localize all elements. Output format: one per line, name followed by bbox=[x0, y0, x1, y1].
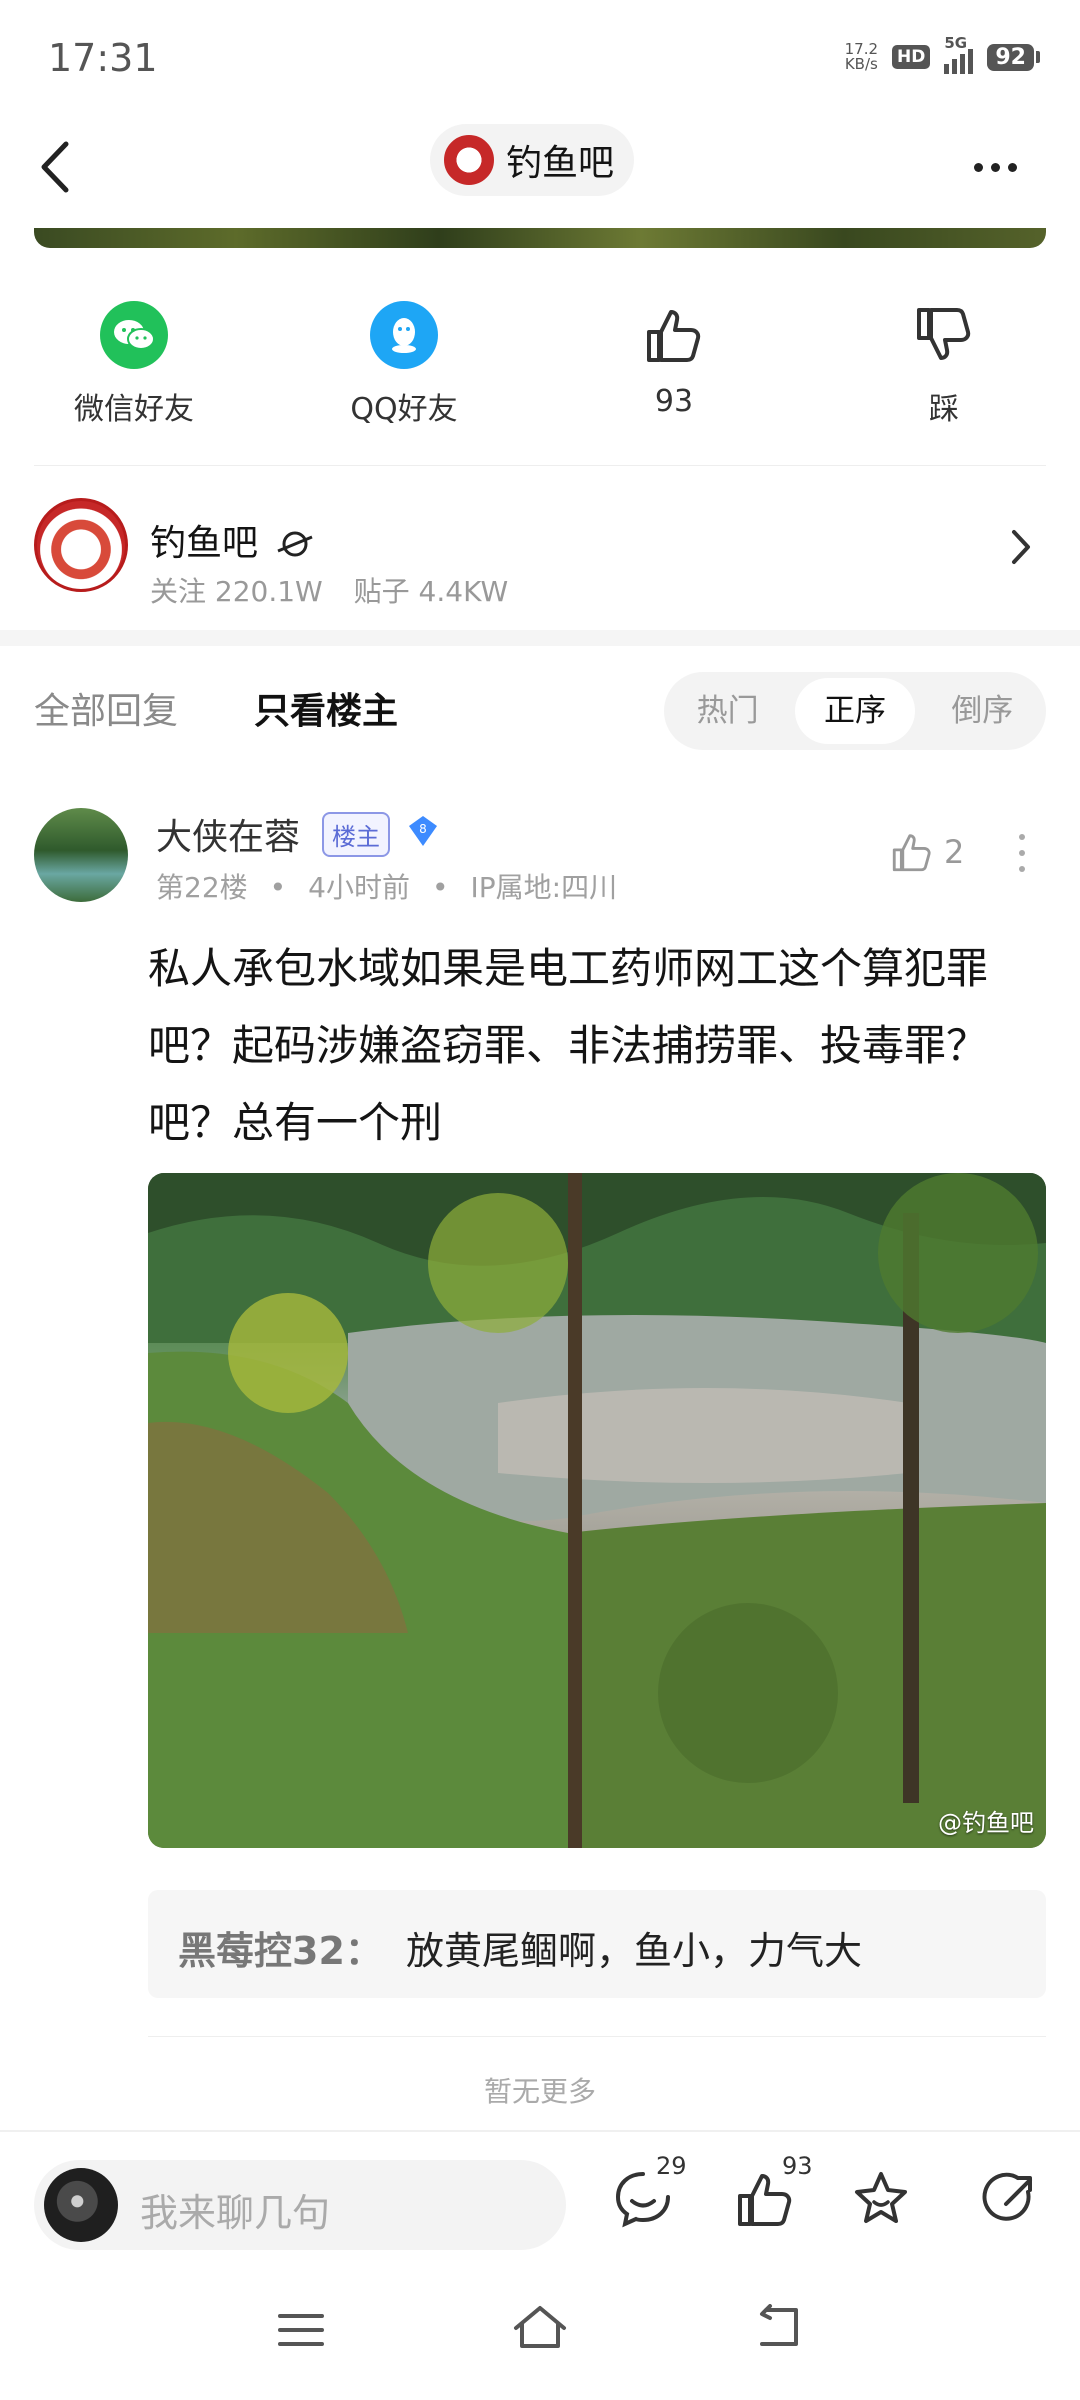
share-icon bbox=[982, 2172, 1032, 2221]
hd-icon: HD bbox=[892, 45, 931, 69]
bottom-like-count: 93 bbox=[782, 2152, 813, 2180]
forum-avatar bbox=[34, 498, 128, 592]
wechat-icon bbox=[100, 301, 168, 369]
avatar[interactable] bbox=[34, 808, 128, 902]
sub-reply-author[interactable]: 黑莓控32： bbox=[178, 1920, 383, 1975]
favorite-button[interactable] bbox=[850, 2168, 912, 2234]
sort-segmented-control: 热门 正序 倒序 bbox=[664, 672, 1046, 750]
dislike-post-button[interactable]: 踩 bbox=[844, 300, 1044, 428]
no-more-text: 暂无更多 bbox=[483, 2075, 596, 2108]
top-nav: 钓鱼吧 bbox=[0, 110, 1080, 228]
qq-icon bbox=[370, 301, 438, 369]
forum-logo-icon bbox=[444, 135, 494, 185]
share-wechat-button[interactable]: 微信好友 bbox=[34, 300, 234, 428]
battery-icon: 92 bbox=[987, 43, 1040, 71]
my-avatar bbox=[44, 2168, 118, 2242]
level-badge-icon: 8 bbox=[409, 816, 437, 846]
forum-name-text: 钓鱼吧 bbox=[150, 523, 259, 564]
back-arrow-icon bbox=[41, 141, 69, 193]
chevron-right-icon bbox=[1012, 530, 1030, 564]
reply-like-count: 2 bbox=[944, 833, 965, 871]
planet-icon bbox=[277, 531, 314, 557]
status-time: 17:31 bbox=[48, 36, 158, 80]
forum-title-pill[interactable]: 钓鱼吧 bbox=[430, 124, 635, 196]
comment-count: 29 bbox=[656, 2152, 687, 2180]
thumbs-up-icon bbox=[892, 834, 931, 872]
tab-author-only[interactable]: 只看楼主 bbox=[254, 682, 398, 734]
like-button[interactable]: 93 bbox=[734, 2152, 813, 2234]
sort-descending[interactable]: 倒序 bbox=[923, 678, 1042, 744]
share-wechat-label: 微信好友 bbox=[74, 392, 194, 427]
share-button[interactable] bbox=[980, 2168, 1042, 2234]
ip-location: IP属地:四川 bbox=[470, 871, 618, 904]
network-speed: 17.2 KB/s bbox=[845, 42, 878, 72]
forum-card[interactable]: 钓鱼吧 关注 220.1W 贴子 4.4KW bbox=[0, 480, 1080, 630]
lake-scene-image bbox=[148, 1173, 1046, 1848]
like-post-button[interactable]: 93 bbox=[574, 300, 774, 419]
reply-more-button[interactable] bbox=[1016, 834, 1028, 872]
like-count: 93 bbox=[654, 384, 694, 419]
section-gap bbox=[0, 630, 1080, 646]
forum-stats: 关注 220.1W 贴子 4.4KW bbox=[150, 570, 530, 610]
thumbs-down-icon bbox=[917, 308, 971, 360]
floor-number: 第22楼 bbox=[156, 871, 248, 904]
thumbs-up-icon bbox=[647, 310, 701, 362]
menu-icon[interactable] bbox=[276, 2310, 326, 2350]
home-icon[interactable] bbox=[510, 2302, 570, 2352]
dislike-label: 踩 bbox=[929, 392, 959, 427]
image-watermark: @钓鱼吧 bbox=[938, 1809, 1034, 1837]
comments-button[interactable]: 29 bbox=[612, 2152, 687, 2234]
divider bbox=[34, 465, 1046, 466]
comment-input-placeholder: 我来聊几句 bbox=[140, 2191, 331, 2235]
forum-followers: 关注 220.1W bbox=[150, 575, 323, 608]
reply-content: 私人承包水域如果是电工药师网工这个算犯罪吧？起码涉嫌盗窃罪、非法捕捞罪、投毒罪？… bbox=[148, 944, 989, 1147]
star-icon bbox=[855, 2172, 907, 2223]
share-qq-label: QQ好友 bbox=[350, 392, 458, 427]
author-badge: 楼主 bbox=[322, 812, 390, 857]
divider bbox=[148, 2036, 1046, 2037]
sort-hot[interactable]: 热门 bbox=[668, 678, 787, 744]
reply-image[interactable]: @钓鱼吧 bbox=[148, 1173, 1046, 1848]
system-navigation-bar bbox=[0, 2270, 1080, 2400]
network-speed-unit: KB/s bbox=[844, 55, 878, 73]
network-type: 5G bbox=[944, 34, 968, 52]
share-qq-button[interactable]: QQ好友 bbox=[304, 300, 504, 428]
reply-meta: 第22楼 • 4小时前 • IP属地:四川 bbox=[156, 871, 618, 904]
reply-time: 4小时前 bbox=[308, 871, 410, 904]
reply-like-button[interactable]: 2 bbox=[890, 830, 964, 874]
forum-name: 钓鱼吧 bbox=[150, 514, 315, 566]
forum-title: 钓鱼吧 bbox=[506, 143, 615, 184]
sub-reply-text: 放黄尾鲴啊，鱼小，力气大 bbox=[406, 1929, 863, 1973]
sort-ascending[interactable]: 正序 bbox=[795, 678, 915, 744]
status-bar: 17:31 17.2 KB/s HD 5G 92 bbox=[0, 0, 1080, 110]
battery-level: 92 bbox=[987, 43, 1034, 71]
back-button[interactable] bbox=[40, 132, 100, 202]
tab-all-replies[interactable]: 全部回复 bbox=[34, 682, 178, 734]
signal-icon: 5G bbox=[944, 34, 974, 74]
more-options-button[interactable] bbox=[960, 132, 1030, 202]
comment-input[interactable]: 我来聊几句 bbox=[34, 2160, 566, 2250]
post-image-bottom-edge bbox=[34, 228, 1046, 248]
forum-posts: 贴子 4.4KW bbox=[353, 575, 509, 608]
back-nav-icon[interactable] bbox=[752, 2304, 806, 2352]
level-number: 8 bbox=[419, 822, 427, 836]
status-icons: 17.2 KB/s HD 5G 92 bbox=[845, 34, 1040, 74]
reply-username[interactable]: 大侠在蓉 bbox=[156, 808, 300, 860]
bottom-action-bar: 我来聊几句 29 93 bbox=[0, 2132, 1080, 2270]
sub-reply-box[interactable]: 黑莓控32： 放黄尾鲴啊，鱼小，力气大 bbox=[148, 1890, 1046, 1998]
